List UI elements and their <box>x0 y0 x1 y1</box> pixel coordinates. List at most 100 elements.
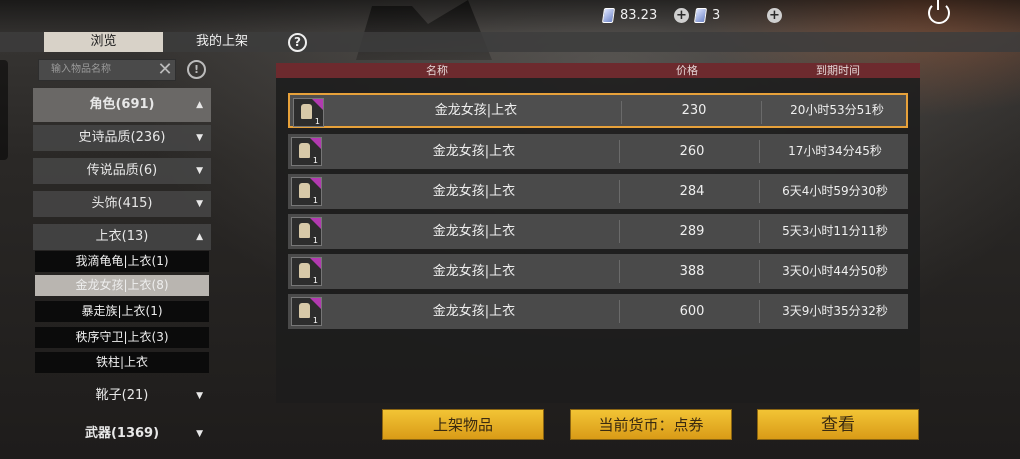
divider <box>759 220 760 243</box>
divider <box>619 180 620 203</box>
tab-bar: 浏览 我的上架 ? <box>0 32 1020 52</box>
chevron-up-icon: ▲ <box>196 100 203 110</box>
item-qty: 1 <box>312 276 318 285</box>
item-figure <box>299 143 310 158</box>
category-top[interactable]: 上衣(13) ▲ <box>33 224 211 250</box>
table-header: 名称 价格 到期时间 <box>276 63 920 78</box>
chevron-down-icon: ▼ <box>196 429 203 439</box>
header-price: 价格 <box>676 64 698 77</box>
divider <box>619 300 620 323</box>
table-row[interactable]: 1 金龙女孩|上衣 284 6天4小时59分30秒 <box>288 174 908 209</box>
divider <box>761 101 762 124</box>
add-currency-1-button[interactable]: + <box>674 8 689 23</box>
item-expire: 17小时34分45秒 <box>788 144 882 158</box>
currency-2-value: 3 <box>712 8 721 23</box>
tab-my-listings[interactable]: 我的上架 <box>176 32 268 52</box>
divider <box>619 260 620 283</box>
item-qty: 1 <box>312 156 318 165</box>
item-figure <box>299 223 310 238</box>
divider <box>759 140 760 163</box>
chevron-down-icon: ▼ <box>196 166 203 176</box>
coupon-icon <box>601 8 616 23</box>
item-thumbnail-icon: 1 <box>291 257 322 286</box>
table-row[interactable]: 1 金龙女孩|上衣 230 20小时53分51秒 <box>288 93 908 128</box>
view-button[interactable]: 查看 <box>757 409 919 440</box>
item-name: 金龙女孩|上衣 <box>432 264 516 279</box>
item-name: 金龙女孩|上衣 <box>434 103 518 118</box>
divider <box>759 300 760 323</box>
category-headwear[interactable]: 头饰(415) ▼ <box>33 191 211 217</box>
category-weapons[interactable]: 武器(1369) ▼ <box>33 421 211 447</box>
category-label: 史诗品质(236) <box>78 130 166 145</box>
chevron-down-icon: ▼ <box>196 133 203 143</box>
category-epic[interactable]: 史诗品质(236) ▼ <box>33 125 211 151</box>
currency-button[interactable]: 当前货币：点券 <box>570 409 732 440</box>
add-currency-2-button[interactable]: + <box>767 8 782 23</box>
item-price: 600 <box>679 304 705 319</box>
divider <box>759 260 760 283</box>
category-label: 头饰(415) <box>91 196 153 211</box>
chevron-down-icon: ▼ <box>196 391 203 401</box>
item-price: 289 <box>679 224 705 239</box>
card-icon <box>693 8 708 23</box>
item-price: 260 <box>679 144 705 159</box>
tab-browse[interactable]: 浏览 <box>44 32 163 52</box>
header-name: 名称 <box>426 64 448 77</box>
subitem-wodiguigui[interactable]: 我滴龟龟|上衣(1) <box>35 251 209 272</box>
power-icon[interactable] <box>928 0 950 24</box>
item-price: 230 <box>681 103 707 118</box>
item-qty: 1 <box>312 236 318 245</box>
header-expire: 到期时间 <box>816 64 860 77</box>
left-edge-handle[interactable] <box>0 60 8 160</box>
item-figure <box>299 183 310 198</box>
chevron-down-icon: ▼ <box>196 199 203 209</box>
item-thumbnail-icon: 1 <box>291 217 322 246</box>
currency-2: 3 <box>693 8 721 23</box>
item-name: 金龙女孩|上衣 <box>432 224 516 239</box>
table-row[interactable]: 1 金龙女孩|上衣 260 17小时34分45秒 <box>288 134 908 169</box>
item-qty: 1 <box>314 117 320 126</box>
category-boots[interactable]: 靴子(21) ▼ <box>33 383 211 409</box>
help-icon[interactable]: ? <box>288 33 307 52</box>
item-qty: 1 <box>312 316 318 325</box>
category-label: 靴子(21) <box>95 388 149 403</box>
item-thumbnail-icon: 1 <box>293 98 324 127</box>
category-label: 传说品质(6) <box>86 163 158 178</box>
divider <box>619 140 620 163</box>
table-row[interactable]: 1 金龙女孩|上衣 289 5天3小时11分11秒 <box>288 214 908 249</box>
subitem-zhixushouwei[interactable]: 秩序守卫|上衣(3) <box>35 327 209 348</box>
item-figure <box>301 104 312 119</box>
item-expire: 3天0小时44分50秒 <box>782 264 888 278</box>
subitem-baozouzu[interactable]: 暴走族|上衣(1) <box>35 301 209 322</box>
chevron-up-icon: ▲ <box>196 232 203 242</box>
item-expire: 6天4小时59分30秒 <box>782 184 888 198</box>
item-qty: 1 <box>312 196 318 205</box>
item-expire: 20小时53分51秒 <box>790 103 884 117</box>
category-role[interactable]: 角色(691) ▲ <box>33 88 211 122</box>
item-thumbnail-icon: 1 <box>291 297 322 326</box>
top-bar: 83.23 + 3 + <box>0 0 1020 32</box>
category-legendary[interactable]: 传说品质(6) ▼ <box>33 158 211 184</box>
item-figure <box>299 303 310 318</box>
item-expire: 5天3小时11分11秒 <box>782 224 888 238</box>
item-price: 388 <box>679 264 705 279</box>
item-name: 金龙女孩|上衣 <box>432 144 516 159</box>
table-row[interactable]: 1 金龙女孩|上衣 600 3天9小时35分32秒 <box>288 294 908 329</box>
divider <box>759 180 760 203</box>
item-name: 金龙女孩|上衣 <box>432 304 516 319</box>
item-name: 金龙女孩|上衣 <box>432 184 516 199</box>
list-item-button[interactable]: 上架物品 <box>382 409 544 440</box>
category-label: 角色(691) <box>89 97 155 112</box>
divider <box>621 101 622 124</box>
subitem-jinlongnvhai[interactable]: 金龙女孩|上衣(8) <box>35 275 209 296</box>
table-row[interactable]: 1 金龙女孩|上衣 388 3天0小时44分50秒 <box>288 254 908 289</box>
clear-icon[interactable]: ✕ <box>156 61 174 79</box>
item-figure <box>299 263 310 278</box>
item-price: 284 <box>679 184 705 199</box>
subitem-tiezhu[interactable]: 铁柱|上衣 <box>35 352 209 373</box>
currency-1-value: 83.23 <box>620 8 658 23</box>
item-thumbnail-icon: 1 <box>291 177 322 206</box>
item-thumbnail-icon: 1 <box>291 137 322 166</box>
category-label: 上衣(13) <box>95 229 149 244</box>
search-icon[interactable]: ! <box>187 60 206 79</box>
